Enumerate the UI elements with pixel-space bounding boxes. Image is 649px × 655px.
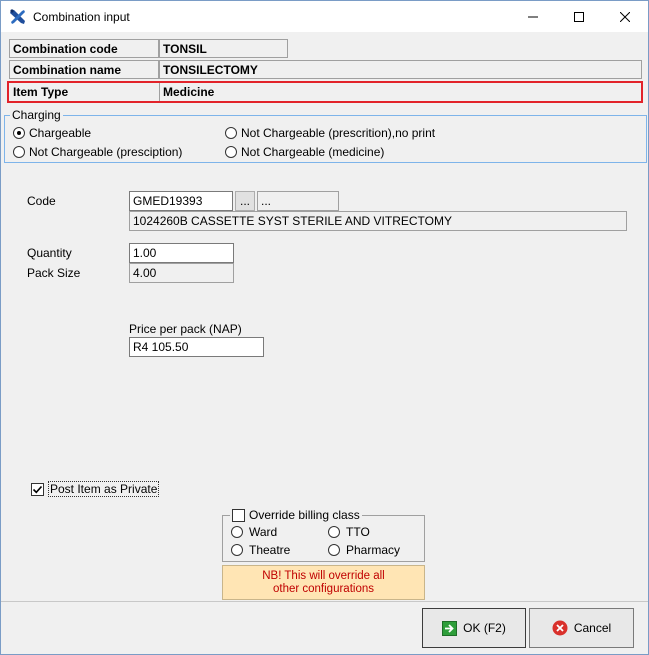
note-line-2: other configurations xyxy=(272,583,374,595)
maximize-icon xyxy=(574,11,584,22)
combination-code-value: TONSIL xyxy=(159,39,288,58)
maximize-button[interactable] xyxy=(556,1,602,32)
radio-label: Chargeable xyxy=(29,126,92,140)
minimize-icon xyxy=(528,16,538,17)
post-private-label: Post Item as Private xyxy=(48,481,160,497)
combination-name-label: Combination name xyxy=(9,60,159,79)
item-type-divider xyxy=(159,83,160,101)
browse-code-button[interactable]: ... xyxy=(235,191,255,211)
combination-code-label: Combination code xyxy=(9,39,159,58)
dialog-window: Combination input Combination code TONSI… xyxy=(0,0,649,655)
cancel-icon xyxy=(552,620,568,636)
arrow-right-icon xyxy=(442,620,458,636)
radio-label: Pharmacy xyxy=(346,543,401,557)
radio-not-chargeable-medicine[interactable]: Not Chargeable (medicine) xyxy=(225,145,384,159)
ok-button[interactable]: OK (F2) xyxy=(422,608,526,648)
radio-label: TTO xyxy=(346,525,370,539)
radio-label: Theatre xyxy=(249,543,291,557)
override-warning-note: NB! This will override all other configu… xyxy=(222,565,425,600)
quantity-input[interactable]: 1.00 xyxy=(129,243,234,263)
radio-selected-dot xyxy=(17,131,21,135)
window-title: Combination input xyxy=(33,10,130,24)
close-button[interactable] xyxy=(602,1,648,32)
radio-circle xyxy=(328,544,340,556)
checkbox-box xyxy=(31,482,44,496)
app-tools-icon xyxy=(9,8,27,26)
title-bar[interactable]: Combination input xyxy=(1,1,648,32)
price-input[interactable]: R4 105.50 xyxy=(129,337,264,357)
radio-ward[interactable]: Ward xyxy=(231,525,277,539)
checkmark-icon xyxy=(32,485,43,493)
radio-tto[interactable]: TTO xyxy=(328,525,370,539)
override-billing-checkbox[interactable]: Override billing class xyxy=(230,508,362,522)
footer-separator xyxy=(1,601,648,602)
item-type-highlight xyxy=(7,81,643,103)
cancel-button-label: Cancel xyxy=(573,621,612,635)
radio-circle xyxy=(231,526,243,538)
charging-group-title: Charging xyxy=(10,108,63,122)
radio-not-chargeable-no-print[interactable]: Not Chargeable (prescrition),no print xyxy=(225,126,435,140)
radio-theatre[interactable]: Theatre xyxy=(231,543,290,557)
ok-button-label: OK (F2) xyxy=(463,621,506,635)
radio-label: Not Chargeable (prescrition),no print xyxy=(241,126,436,140)
radio-circle xyxy=(225,146,237,158)
radio-pharmacy[interactable]: Pharmacy xyxy=(328,543,400,557)
radio-not-chargeable-presciption[interactable]: Not Chargeable (presciption) xyxy=(13,145,182,159)
close-icon xyxy=(620,11,630,22)
radio-circle xyxy=(225,127,237,139)
override-billing-label: Override billing class xyxy=(249,508,360,522)
radio-circle xyxy=(231,544,243,556)
radio-chargeable[interactable]: Chargeable xyxy=(13,126,91,140)
radio-circle xyxy=(13,127,25,139)
pack-size-field: 4.00 xyxy=(129,263,234,283)
radio-label: Not Chargeable (medicine) xyxy=(241,145,385,159)
combination-name-value: TONSILECTOMY xyxy=(159,60,642,79)
post-private-checkbox[interactable]: Post Item as Private xyxy=(31,481,160,497)
price-label: Price per pack (NAP) xyxy=(129,322,242,336)
radio-circle xyxy=(328,526,340,538)
checkbox-box xyxy=(232,508,245,522)
radio-label: Ward xyxy=(249,525,278,539)
note-line-1: NB! This will override all xyxy=(262,570,385,582)
quantity-label: Quantity xyxy=(27,246,72,260)
code-input[interactable]: GMED19393 xyxy=(129,191,233,211)
code-extra-field: ... xyxy=(257,191,339,211)
radio-label: Not Chargeable (presciption) xyxy=(29,145,183,159)
minimize-button[interactable] xyxy=(510,1,556,32)
item-description-field: 1024260B CASSETTE SYST STERILE AND VITRE… xyxy=(129,211,627,231)
pack-size-label: Pack Size xyxy=(27,266,81,280)
radio-circle xyxy=(13,146,25,158)
cancel-button[interactable]: Cancel xyxy=(529,608,634,648)
code-label: Code xyxy=(27,194,56,208)
